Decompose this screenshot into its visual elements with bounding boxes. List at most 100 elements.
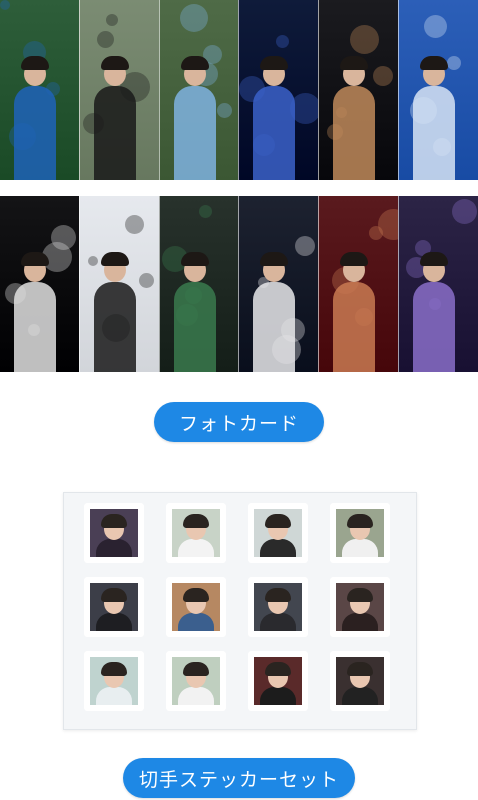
stamp-photo: [254, 583, 302, 631]
stamp-sticker: [245, 500, 311, 566]
person-hair: [340, 252, 369, 266]
card-singer-mic: [0, 196, 79, 372]
portrait-hair: [265, 588, 291, 602]
portrait-body: [96, 613, 132, 631]
person-hair: [180, 56, 209, 70]
person-body: [93, 86, 136, 180]
portrait-hair: [183, 662, 209, 676]
portrait-hair: [347, 662, 373, 676]
sticker-label-button: 切手ステッカーセット: [123, 758, 355, 798]
stamp-photo: [90, 583, 138, 631]
card-umbrella-boy: [0, 0, 79, 180]
person-body: [253, 282, 296, 372]
person-hair: [180, 252, 209, 266]
portrait-body: [178, 687, 214, 705]
photocard-row-top: [0, 0, 478, 180]
portrait-body: [342, 613, 378, 631]
light-spot: [179, 4, 208, 32]
portrait-body: [260, 539, 296, 557]
person-hair: [260, 252, 289, 266]
photocard-label-text: フォトカード: [178, 412, 299, 435]
light-spot: [276, 35, 290, 48]
portrait-hair: [183, 588, 209, 602]
person-body: [14, 86, 56, 180]
stamp-sticker: [163, 648, 229, 714]
portrait-body: [178, 539, 214, 557]
stamp-photo: [254, 657, 302, 705]
stamp-sticker: [81, 574, 147, 640]
person-hair: [21, 252, 49, 266]
portrait-body: [342, 539, 378, 557]
light-spot: [198, 205, 212, 218]
light-spot: [295, 236, 316, 256]
person-body: [253, 86, 296, 180]
card-guitarist-white: [238, 196, 319, 372]
portrait-body: [342, 687, 378, 705]
light-spot: [87, 256, 98, 266]
stamp-photo: [254, 509, 302, 557]
portrait-hair: [265, 662, 291, 676]
portrait-hair: [347, 588, 373, 602]
card-bassist-purple: [398, 196, 478, 372]
card-stage-bokeh: [238, 0, 319, 180]
portrait-hair: [101, 588, 127, 602]
portrait-hair: [101, 514, 127, 528]
stamp-photo: [172, 509, 220, 557]
photocard-row-bottom: [0, 196, 478, 372]
person-body: [333, 282, 376, 372]
stamp-photo: [336, 583, 384, 631]
person-body: [93, 282, 136, 372]
light-spot: [424, 15, 448, 38]
person-hair: [100, 252, 129, 266]
stamp-sticker: [327, 648, 393, 714]
card-drummer-red: [318, 196, 399, 372]
stamp-photo: [172, 583, 220, 631]
light-spot: [124, 215, 144, 234]
portrait-hair: [101, 662, 127, 676]
card-girl-hair: [78, 0, 159, 180]
portrait-hair: [183, 514, 209, 528]
person-body: [173, 282, 216, 372]
stamp-sticker: [163, 574, 229, 640]
light-spot: [373, 66, 394, 86]
stamp-sticker-sheet: [63, 492, 417, 730]
person-body: [333, 86, 376, 180]
portrait-body: [96, 539, 132, 557]
sticker-label-text: 切手ステッカーセット: [138, 768, 339, 791]
card-drums: [318, 0, 399, 180]
stamp-photo: [90, 657, 138, 705]
person-body: [413, 86, 456, 180]
stamp-sticker: [245, 574, 311, 640]
portrait-body: [96, 687, 132, 705]
light-spot: [105, 14, 118, 26]
person-body: [413, 282, 456, 372]
stamp-photo: [172, 657, 220, 705]
light-spot: [0, 0, 10, 10]
person-hair: [420, 252, 449, 266]
card-girl-jersey: [158, 0, 239, 180]
card-girl-smile: [78, 196, 159, 372]
person-hair: [21, 56, 49, 70]
light-spot: [447, 56, 462, 70]
stamp-sticker: [327, 500, 393, 566]
portrait-hair: [347, 514, 373, 528]
stamp-sticker: [245, 648, 311, 714]
light-spot: [96, 31, 114, 48]
stamp-sticker: [81, 500, 147, 566]
stamp-photo: [336, 657, 384, 705]
portrait-body: [260, 687, 296, 705]
portrait-body: [178, 613, 214, 631]
stamp-grid: [81, 500, 393, 714]
portrait-hair: [265, 514, 291, 528]
stamp-photo: [90, 509, 138, 557]
light-spot: [350, 25, 380, 54]
stamp-photo: [336, 509, 384, 557]
person-hair: [260, 56, 289, 70]
person-body: [14, 282, 56, 372]
stamp-sticker: [327, 574, 393, 640]
person-body: [173, 86, 216, 180]
stamp-sticker: [81, 648, 147, 714]
photocard-label-button: フォトカード: [154, 402, 324, 442]
light-spot: [452, 199, 478, 224]
light-spot: [138, 273, 154, 288]
